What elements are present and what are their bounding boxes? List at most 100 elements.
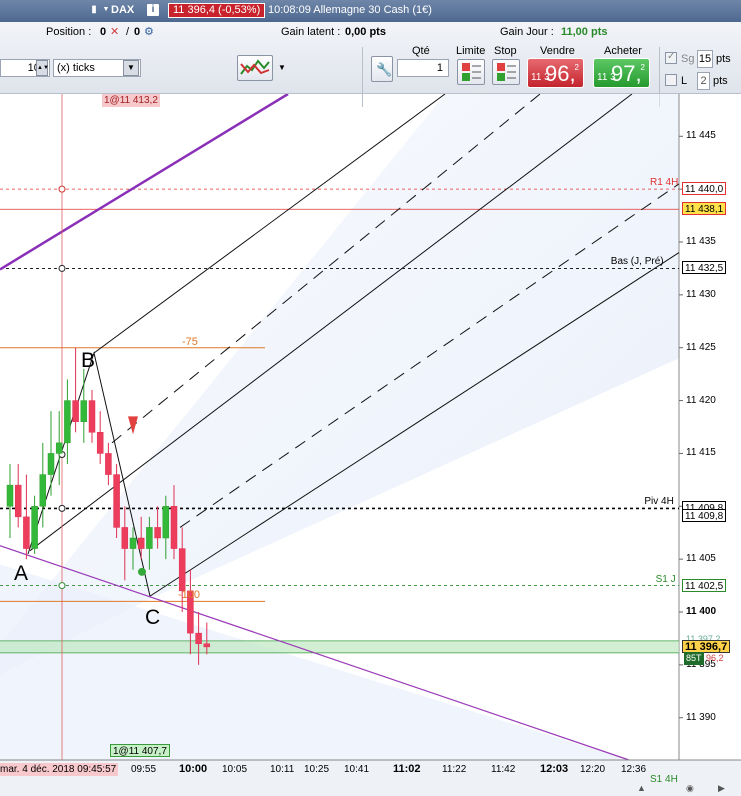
x-tick-label: 10:11 bbox=[270, 764, 295, 775]
candle-body[interactable] bbox=[129, 537, 137, 549]
level-price-tag: 11 440,0 bbox=[682, 182, 727, 196]
latent-label: Gain latent : bbox=[281, 26, 341, 38]
purple-trendline[interactable] bbox=[0, 94, 289, 271]
candle-body[interactable] bbox=[154, 527, 161, 539]
gain-jour-value: 11,00 pts bbox=[561, 26, 608, 38]
y-tick-label: 11 420 bbox=[686, 394, 716, 406]
fib-label: -75 bbox=[182, 335, 198, 348]
sg-checkbox[interactable]: ✓ bbox=[665, 51, 677, 64]
cursor-bottom-label: 1@11 407,7 bbox=[110, 744, 170, 757]
candlestick-icon[interactable]: ▮ bbox=[88, 4, 100, 16]
candle-body[interactable] bbox=[195, 632, 202, 644]
y-tick-label: 11 425 bbox=[686, 341, 716, 353]
sg-pts-label: pts bbox=[716, 53, 731, 65]
cursor-price-label: 1@11 413,2 bbox=[102, 94, 160, 107]
channel-fill bbox=[0, 94, 679, 675]
candle-body[interactable] bbox=[105, 453, 112, 475]
chart-canvas[interactable] bbox=[0, 94, 741, 796]
price-change-badge: 11 396,4 (-0,53%) bbox=[168, 3, 266, 18]
chevron-down-icon[interactable]: ▼ bbox=[123, 60, 139, 76]
candle-body[interactable] bbox=[6, 484, 14, 507]
scroll-up-icon[interactable]: ▲ bbox=[635, 782, 648, 795]
price-chart[interactable]: 11 44511 44011 43511 43011 42511 42011 4… bbox=[0, 94, 741, 796]
candle-body[interactable] bbox=[88, 400, 96, 433]
position-value: 0 bbox=[100, 26, 107, 38]
candle-body[interactable] bbox=[178, 548, 186, 592]
candle-body[interactable] bbox=[146, 527, 153, 549]
scroll-right-icon[interactable]: ▶ bbox=[716, 782, 727, 795]
candle-body[interactable] bbox=[137, 537, 145, 549]
gear-icon[interactable]: ⚙ bbox=[144, 25, 154, 38]
wave-label-a: A bbox=[14, 561, 29, 585]
limit-order-button[interactable] bbox=[457, 59, 485, 85]
sell-price: 96, bbox=[545, 61, 576, 86]
sell-arrow-icon bbox=[128, 416, 138, 435]
candle-body[interactable] bbox=[113, 474, 120, 528]
candle-body[interactable] bbox=[55, 442, 63, 454]
level-label: S1 J bbox=[655, 573, 676, 585]
cursor-dot bbox=[58, 582, 66, 590]
x-tick-label: 10:05 bbox=[222, 764, 248, 775]
sg-label: Sg bbox=[681, 53, 695, 65]
y-tick-label: 11 405 bbox=[686, 553, 716, 565]
fib-label: -100 bbox=[178, 589, 201, 602]
close-icon[interactable]: ✕ bbox=[110, 25, 119, 38]
sg-input[interactable]: 15 bbox=[697, 50, 713, 68]
candle-body[interactable] bbox=[80, 400, 88, 422]
wrench-button[interactable]: 🔧 bbox=[371, 56, 393, 82]
level-price-tag: 11 432,5 bbox=[682, 261, 727, 275]
candle-body[interactable] bbox=[23, 516, 30, 549]
wave-label-c: C bbox=[145, 606, 161, 630]
stop-order-icon bbox=[497, 63, 516, 81]
level-price-tag: 11 438,1 bbox=[682, 202, 727, 216]
target-icon[interactable]: ◉ bbox=[684, 782, 696, 795]
gain-jour-label: Gain Jour : bbox=[500, 26, 554, 38]
qty-input[interactable]: 1 bbox=[397, 59, 449, 77]
x-tick-label: 11:42 bbox=[491, 764, 516, 775]
l-checkbox[interactable] bbox=[665, 74, 677, 86]
level-price-tag: 11 409,8 bbox=[682, 509, 727, 523]
position-label: Position : bbox=[46, 26, 92, 38]
x-tick-label: 12:20 bbox=[580, 764, 606, 775]
instrument-name[interactable]: DAX bbox=[111, 4, 134, 16]
candle-body[interactable] bbox=[121, 527, 129, 549]
l-input[interactable]: 2 bbox=[697, 72, 710, 90]
sell-button[interactable]: 11 3 96, 2 bbox=[527, 58, 584, 88]
limit-label: Limite bbox=[456, 45, 486, 57]
indicators-button[interactable] bbox=[237, 55, 273, 81]
x-tick-label: 10:25 bbox=[304, 764, 330, 775]
l-pts-label: pts bbox=[713, 75, 728, 87]
chevron-down-icon[interactable]: ▼ bbox=[274, 61, 290, 77]
stop-label: Stop bbox=[494, 45, 517, 57]
x-tick-label: 10:00 bbox=[179, 763, 208, 775]
current-price-band bbox=[0, 640, 679, 653]
l-label: L bbox=[681, 75, 688, 87]
small-price-label: 96,2 bbox=[706, 652, 724, 663]
check-icon: ✓ bbox=[667, 51, 676, 62]
x-tick-label: 11:02 bbox=[393, 763, 421, 775]
buy-marker-icon bbox=[138, 567, 146, 576]
y-tick-label: 11 415 bbox=[686, 447, 716, 459]
candle-body[interactable] bbox=[96, 432, 104, 454]
y-tick-label: 11 400 bbox=[686, 606, 717, 617]
level-label: R1 4H bbox=[650, 177, 679, 189]
candle-body[interactable] bbox=[170, 506, 178, 549]
indicator-chart-icon bbox=[240, 59, 270, 75]
candle-body[interactable] bbox=[39, 474, 47, 507]
candle-body[interactable] bbox=[203, 643, 211, 648]
candle-body[interactable] bbox=[72, 400, 79, 422]
stop-order-button[interactable] bbox=[492, 59, 520, 85]
limit-order-icon bbox=[462, 63, 481, 81]
stepper-icon[interactable]: ▲▼ bbox=[36, 60, 49, 76]
candle-body[interactable] bbox=[31, 506, 38, 549]
latent-value: 0,00 pts bbox=[345, 26, 386, 38]
candle-body[interactable] bbox=[47, 453, 55, 475]
wrench-icon: 🔧 bbox=[376, 62, 393, 77]
candle-body[interactable] bbox=[64, 400, 71, 444]
buy-label: Acheter bbox=[604, 45, 642, 57]
buy-price: 97, bbox=[611, 61, 642, 86]
candle-body[interactable] bbox=[162, 506, 170, 539]
buy-button[interactable]: 11 3 97, 2 bbox=[593, 58, 650, 88]
info-icon[interactable]: i bbox=[147, 4, 159, 16]
candle-body[interactable] bbox=[14, 484, 22, 518]
